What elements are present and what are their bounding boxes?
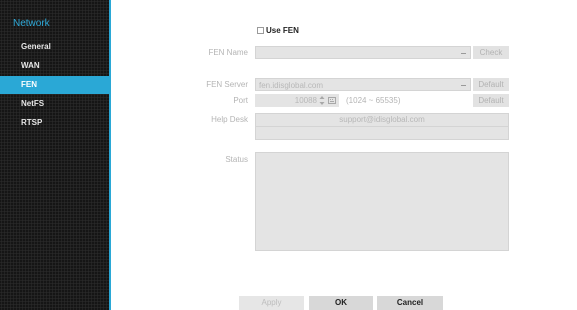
sidebar-item-fen[interactable]: FEN — [0, 76, 109, 94]
port-range-text: (1024 ~ 65535) — [346, 96, 401, 105]
port-spinner-icon[interactable] — [319, 94, 325, 107]
fen-server-edit-icon — [461, 84, 466, 86]
fen-settings-panel: Use FEN FEN Name Check FEN Server fen.id… — [111, 0, 577, 310]
status-label: Status — [225, 155, 248, 164]
port-value: 10088 — [294, 96, 317, 105]
fen-name-label: FEN Name — [208, 48, 248, 57]
keyboard-icon[interactable] — [328, 97, 336, 104]
fen-name-field[interactable] — [255, 46, 471, 59]
fen-name-edit-icon — [461, 52, 466, 54]
sidebar-item-netfs[interactable]: NetFS — [0, 95, 109, 113]
apply-button[interactable]: Apply — [239, 296, 304, 310]
sidebar-item-wan[interactable]: WAN — [0, 57, 109, 75]
fen-server-default-button[interactable]: Default — [473, 78, 509, 91]
status-area — [255, 152, 509, 251]
fen-server-label: FEN Server — [206, 80, 248, 89]
use-fen-label[interactable]: Use FEN — [266, 26, 299, 35]
use-fen-checkbox[interactable] — [257, 27, 264, 34]
help-desk-field-2 — [255, 126, 509, 140]
fen-server-field[interactable]: fen.idisglobal.com — [255, 78, 471, 91]
port-label: Port — [233, 96, 248, 105]
sidebar-title: Network — [13, 18, 50, 29]
ok-button[interactable]: OK — [309, 296, 373, 310]
cancel-button[interactable]: Cancel — [377, 296, 443, 310]
check-button[interactable]: Check — [473, 46, 509, 59]
sidebar: Network General WAN FEN NetFS RTSP — [0, 0, 109, 310]
sidebar-item-general[interactable]: General — [0, 38, 109, 56]
help-desk-label: Help Desk — [211, 115, 248, 124]
port-default-button[interactable]: Default — [473, 94, 509, 107]
sidebar-item-rtsp[interactable]: RTSP — [0, 114, 109, 132]
fen-server-value: fen.idisglobal.com — [259, 81, 324, 90]
help-desk-value: support@idisglobal.com — [339, 115, 425, 124]
help-desk-field: support@idisglobal.com — [255, 113, 509, 127]
port-field[interactable]: 10088 — [255, 94, 339, 107]
